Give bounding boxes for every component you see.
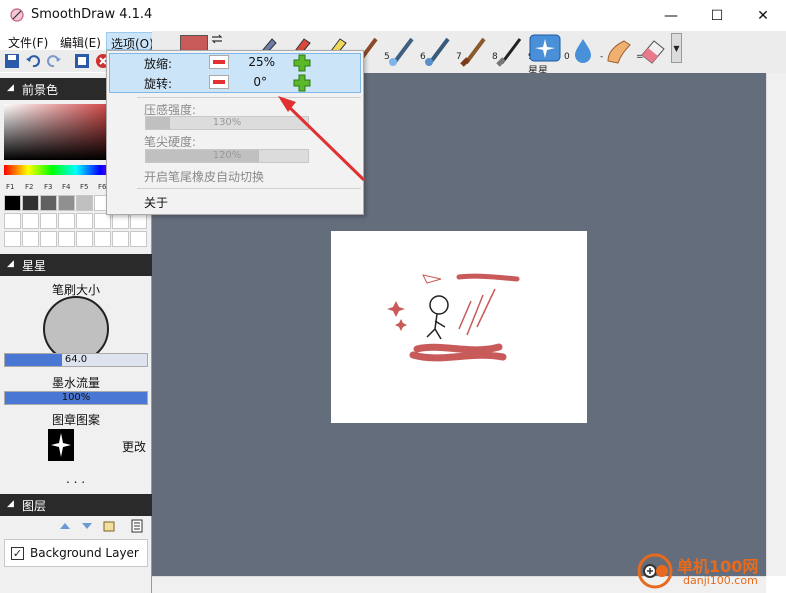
- zoom-label: 放缩:: [144, 57, 173, 71]
- toolbar-overflow-button[interactable]: ▼: [671, 33, 682, 63]
- rotate-label: 旋转:: [144, 77, 173, 91]
- watermark-url: danji100.com: [683, 574, 758, 587]
- zoom-out-button[interactable]: [209, 55, 229, 69]
- palette-swatch[interactable]: [130, 231, 147, 247]
- menu-file[interactable]: 文件(F): [4, 32, 52, 50]
- vertical-scrollbar[interactable]: [766, 73, 786, 576]
- palette-swatch[interactable]: [76, 195, 93, 211]
- palette-swatch[interactable]: [76, 213, 93, 229]
- new-layer-icon[interactable]: [102, 519, 116, 533]
- menu-separator: [137, 188, 361, 189]
- palette-swatch[interactable]: [112, 213, 129, 229]
- fkey-label: F4: [62, 183, 71, 191]
- palette-swatch[interactable]: [40, 195, 57, 211]
- tip-hardness-slider[interactable]: 120%: [145, 149, 309, 163]
- collapse-triangle-icon: ◢: [7, 499, 14, 509]
- palette-swatch[interactable]: [58, 231, 75, 247]
- rotate-value: 0°: [253, 75, 267, 89]
- airbrush-icon[interactable]: [386, 33, 420, 67]
- star-stamp-icon: [51, 433, 71, 457]
- palette-swatch[interactable]: [22, 231, 39, 247]
- palette-swatch[interactable]: [76, 231, 93, 247]
- palette-swatch[interactable]: [58, 213, 75, 229]
- window-title: SmoothDraw 4.1.4: [31, 7, 153, 22]
- options-menu: 放缩: 25% 旋转: 0° 压感强度: 130% 笔尖硬度: 120% 开启笔…: [106, 50, 364, 215]
- palette-swatch[interactable]: [94, 231, 111, 247]
- undo-icon[interactable]: [25, 53, 41, 69]
- tip-hardness-value: 120%: [212, 150, 242, 161]
- layers-header[interactable]: ◢ 图层: [0, 494, 152, 516]
- layers-toggle-icon[interactable]: [74, 53, 90, 69]
- about-menu-item[interactable]: 关于: [144, 194, 168, 211]
- eraser-icon[interactable]: [636, 33, 670, 67]
- water-drop-icon[interactable]: [566, 33, 600, 67]
- palette-swatch[interactable]: [130, 213, 147, 229]
- palette-swatch[interactable]: [22, 213, 39, 229]
- palette-swatch[interactable]: [4, 231, 21, 247]
- close-button[interactable]: ✕: [740, 0, 786, 31]
- more-options-button[interactable]: . . .: [66, 472, 85, 486]
- tip-hardness-label: 笔尖硬度:: [144, 135, 197, 149]
- fkey-label: F5: [80, 183, 89, 191]
- zoom-in-icon[interactable]: [293, 54, 311, 72]
- rotate-left-button[interactable]: [209, 75, 229, 89]
- smudge-finger-icon[interactable]: [602, 33, 636, 67]
- palette-swatch[interactable]: [94, 213, 111, 229]
- fkey-label: F1: [6, 183, 15, 191]
- brush-settings-title: 星星: [22, 259, 47, 273]
- minimize-button[interactable]: —: [648, 0, 694, 31]
- stamp-pattern-preview[interactable]: [48, 429, 74, 461]
- palette-swatch[interactable]: [4, 195, 21, 211]
- collapse-triangle-icon: ◢: [7, 83, 14, 93]
- watercolor-brush-icon[interactable]: [422, 33, 456, 67]
- pressure-value: 130%: [212, 117, 242, 128]
- save-icon[interactable]: [4, 53, 20, 69]
- foreground-color-swatch[interactable]: [180, 35, 208, 51]
- maximize-button[interactable]: ☐: [694, 0, 740, 31]
- zoom-value: 25%: [248, 55, 275, 69]
- title-bar: SmoothDraw 4.1.4 — ☐ ✕: [0, 0, 786, 31]
- palette-swatch[interactable]: [40, 231, 57, 247]
- pressure-slider[interactable]: 130%: [145, 116, 309, 130]
- collapse-triangle-icon: ◢: [7, 259, 14, 269]
- ink-flow-label: 墨水流量: [52, 376, 101, 390]
- layer-row[interactable]: ✓ Background Layer: [4, 539, 148, 567]
- palette-swatch[interactable]: [4, 213, 21, 229]
- ink-flow-value: 100%: [61, 392, 91, 403]
- move-layer-up-icon[interactable]: [58, 519, 72, 533]
- redo-icon[interactable]: [46, 53, 62, 69]
- palette-swatch[interactable]: [22, 195, 39, 211]
- menu-options[interactable]: 选项(O): [106, 32, 159, 51]
- app-logo-icon: [10, 8, 24, 22]
- fkey-label: F2: [25, 183, 34, 191]
- layer-name: Background Layer: [30, 546, 139, 560]
- watermark-logo-icon: [637, 553, 673, 589]
- swap-colors-icon[interactable]: [210, 33, 224, 45]
- layer-visibility-checkbox[interactable]: ✓: [11, 547, 24, 560]
- change-stamp-button[interactable]: 更改: [122, 438, 146, 455]
- brush-size-value: 64.0: [64, 354, 88, 365]
- foreground-color-title: 前景色: [22, 83, 59, 97]
- brush-settings-header[interactable]: ◢ 星星: [0, 254, 152, 276]
- brush-size-slider[interactable]: 64.0: [4, 353, 148, 367]
- stamp-pattern-label: 图章图案: [52, 413, 101, 427]
- menu-edit[interactable]: 编辑(E): [56, 32, 105, 50]
- drawing-canvas[interactable]: [331, 231, 587, 423]
- ink-flow-slider[interactable]: 100%: [4, 391, 148, 405]
- palette-swatch[interactable]: [40, 213, 57, 229]
- auto-eraser-switch-option[interactable]: 开启笔尾橡皮自动切换: [144, 168, 264, 185]
- palette-swatch[interactable]: [58, 195, 75, 211]
- rotate-right-icon[interactable]: [293, 74, 311, 92]
- oil-brush-icon[interactable]: [458, 33, 492, 67]
- menu-separator: [137, 97, 361, 98]
- fkey-label: F3: [44, 183, 53, 191]
- ink-brush-icon[interactable]: [494, 33, 528, 67]
- layers-title: 图层: [22, 499, 47, 513]
- layer-properties-icon[interactable]: [130, 519, 144, 533]
- move-layer-down-icon[interactable]: [80, 519, 94, 533]
- palette-swatch[interactable]: [112, 231, 129, 247]
- canvas-drawing: [387, 273, 520, 362]
